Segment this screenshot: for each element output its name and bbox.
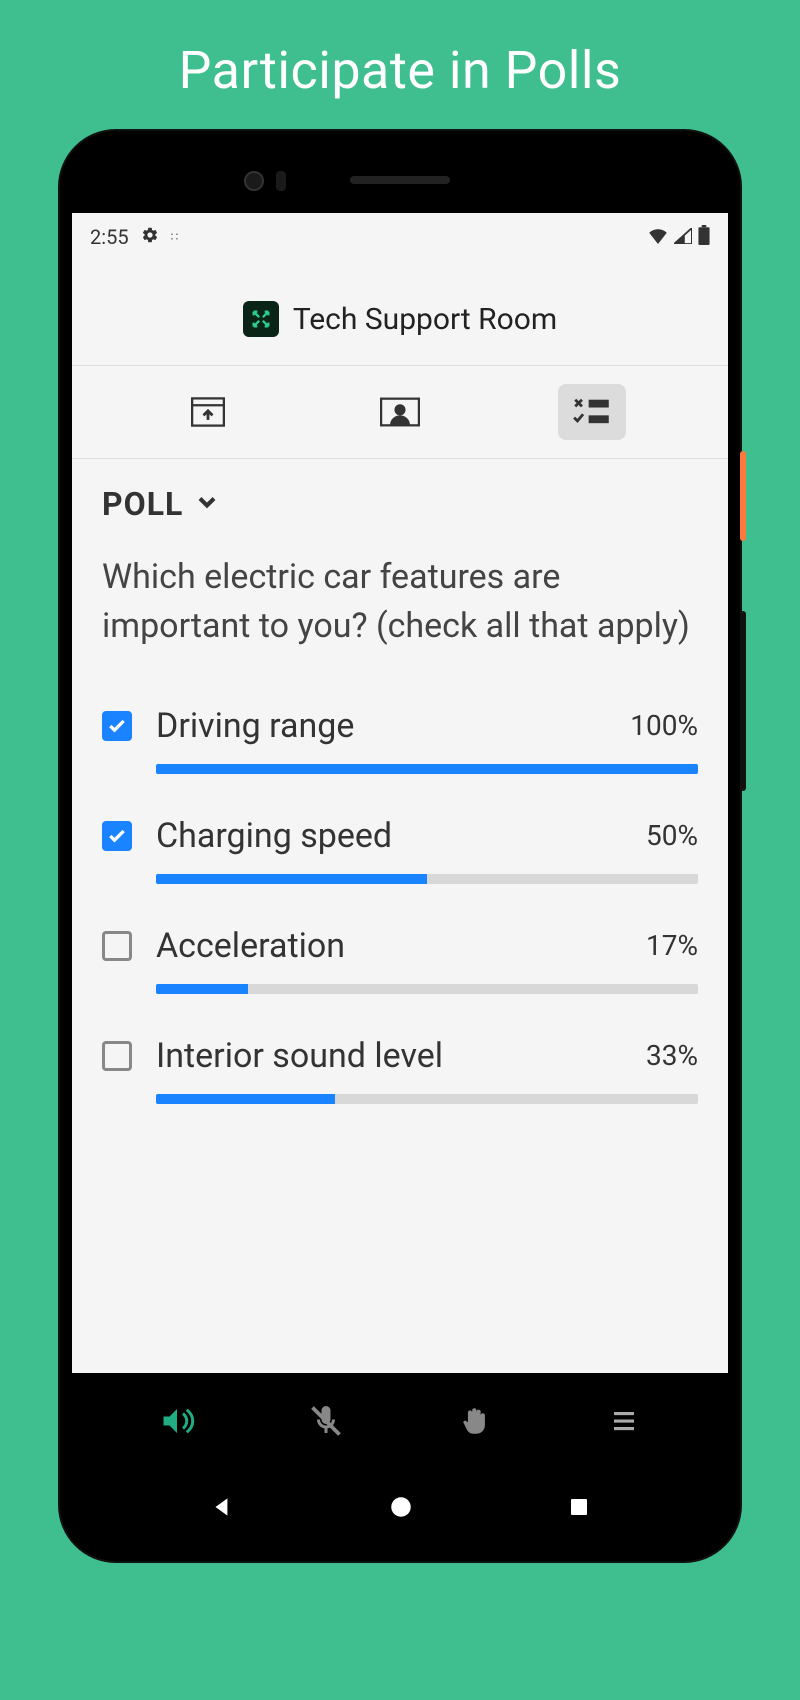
android-nav-bar	[72, 1469, 728, 1549]
poll-option[interactable]: Acceleration 17%	[102, 926, 698, 994]
poll-question: Which electric car features are importan…	[102, 553, 698, 652]
option-percent: 100%	[630, 709, 698, 742]
progress-fill	[156, 1094, 335, 1104]
screen: 2:55 ∷	[72, 213, 728, 1469]
power-button	[740, 451, 746, 541]
status-bar: 2:55 ∷	[72, 213, 728, 261]
speaker-icon	[350, 176, 450, 184]
volume-button	[740, 611, 746, 791]
chevron-down-icon	[193, 488, 221, 520]
option-percent: 17%	[646, 929, 698, 962]
speaker-button[interactable]	[147, 1391, 207, 1451]
bottom-bar	[72, 1373, 728, 1469]
option-label: Charging speed	[156, 816, 622, 856]
room-header: Tech Support Room	[72, 261, 728, 366]
progress-fill	[156, 764, 698, 774]
menu-button[interactable]	[594, 1391, 654, 1451]
option-percent: 50%	[646, 819, 698, 852]
wifi-icon	[648, 225, 668, 249]
nav-back-button[interactable]	[209, 1494, 235, 1524]
checkbox[interactable]	[102, 821, 132, 851]
raise-hand-button[interactable]	[445, 1391, 505, 1451]
phone-bezel-top	[72, 143, 728, 213]
checkbox[interactable]	[102, 931, 132, 961]
room-icon	[243, 301, 279, 337]
gear-icon	[141, 225, 159, 249]
toolbar	[72, 366, 728, 459]
poll-option[interactable]: Charging speed 50%	[102, 816, 698, 884]
sensor-icon	[276, 171, 286, 191]
battery-icon	[698, 225, 710, 250]
checkbox[interactable]	[102, 1041, 132, 1071]
poll-header[interactable]: POLL	[102, 485, 698, 523]
poll-option[interactable]: Interior sound level 33%	[102, 1036, 698, 1104]
progress-fill	[156, 984, 248, 994]
option-percent: 33%	[646, 1039, 698, 1072]
tab-share[interactable]	[174, 384, 242, 440]
hero-title: Participate in Polls	[179, 40, 622, 101]
progress-bar	[156, 984, 698, 994]
option-label: Driving range	[156, 706, 606, 746]
poll-option[interactable]: Driving range 100%	[102, 706, 698, 774]
camera-icon	[244, 171, 264, 191]
progress-fill	[156, 874, 427, 884]
status-dots-icon: ∷	[171, 230, 177, 244]
main-content: POLL Which electric car features are imp…	[72, 459, 728, 1373]
nav-recents-button[interactable]	[567, 1495, 591, 1523]
option-label: Interior sound level	[156, 1036, 622, 1076]
checkbox[interactable]	[102, 711, 132, 741]
poll-label: POLL	[102, 485, 183, 523]
phone-frame: 2:55 ∷	[60, 131, 740, 1561]
tab-polls[interactable]	[558, 384, 626, 440]
room-title: Tech Support Room	[293, 302, 557, 337]
nav-home-button[interactable]	[388, 1494, 414, 1524]
tab-attendees[interactable]	[366, 384, 434, 440]
status-time: 2:55	[90, 225, 129, 249]
progress-bar	[156, 874, 698, 884]
progress-bar	[156, 764, 698, 774]
progress-bar	[156, 1094, 698, 1104]
cell-signal-icon	[674, 225, 692, 249]
option-label: Acceleration	[156, 926, 622, 966]
mic-muted-button[interactable]	[296, 1391, 356, 1451]
